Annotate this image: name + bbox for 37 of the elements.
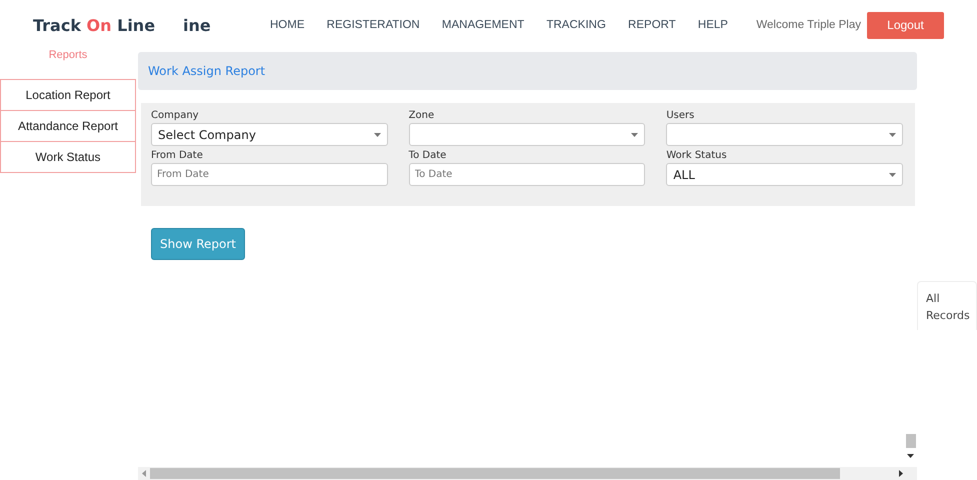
nav-link[interactable]: HOME xyxy=(270,19,304,31)
select-field[interactable]: ALL xyxy=(666,163,903,186)
sidebar-title: Reports xyxy=(48,50,88,63)
date-input-field[interactable]: To Date xyxy=(408,163,646,186)
field-label: Work Status xyxy=(666,149,728,163)
field-label: Users xyxy=(666,109,696,123)
select-field[interactable] xyxy=(666,123,903,146)
select-field[interactable] xyxy=(408,123,646,146)
nav-link[interactable]: HELP xyxy=(698,19,728,31)
sidebar-item[interactable]: Work Status xyxy=(0,141,136,173)
scrollbar-thumb[interactable] xyxy=(150,468,840,479)
sidebar-item[interactable]: Attandance Report xyxy=(0,110,136,142)
select-field[interactable]: Select Company xyxy=(151,123,388,146)
scroll-right-icon[interactable] xyxy=(899,470,903,477)
nav-link[interactable]: MANAGEMENT xyxy=(442,19,524,31)
logo-text: Track On Line xyxy=(33,16,156,34)
field-label: Company xyxy=(151,109,200,123)
dropdown-arrow-icon xyxy=(889,132,896,136)
field-label: Zone xyxy=(408,109,436,123)
nav-link[interactable]: REPORT xyxy=(628,19,676,31)
welcome-text: Welcome Triple Play xyxy=(756,19,861,31)
scroll-down-icon[interactable] xyxy=(907,454,914,458)
all-records-tab[interactable]: All Records xyxy=(917,281,977,330)
panel-title: Work Assign Report xyxy=(148,64,266,78)
dropdown-arrow-icon xyxy=(889,172,896,176)
sidebar-item[interactable]: Location Report xyxy=(0,79,136,111)
nav-link[interactable]: REGISTERATION xyxy=(326,19,420,31)
dropdown-arrow-icon xyxy=(374,132,381,136)
scroll-left-icon[interactable] xyxy=(142,470,146,477)
dropdown-arrow-icon xyxy=(631,132,638,136)
date-input-field[interactable]: From Date xyxy=(151,163,388,186)
scrollbar-thumb[interactable] xyxy=(906,434,916,448)
field-label: From Date xyxy=(151,149,204,163)
nav-link[interactable]: TRACKING xyxy=(546,19,606,31)
horizontal-scrollbar[interactable] xyxy=(138,467,917,480)
field-label: To Date xyxy=(408,149,448,163)
logo-text: ine xyxy=(183,16,211,34)
